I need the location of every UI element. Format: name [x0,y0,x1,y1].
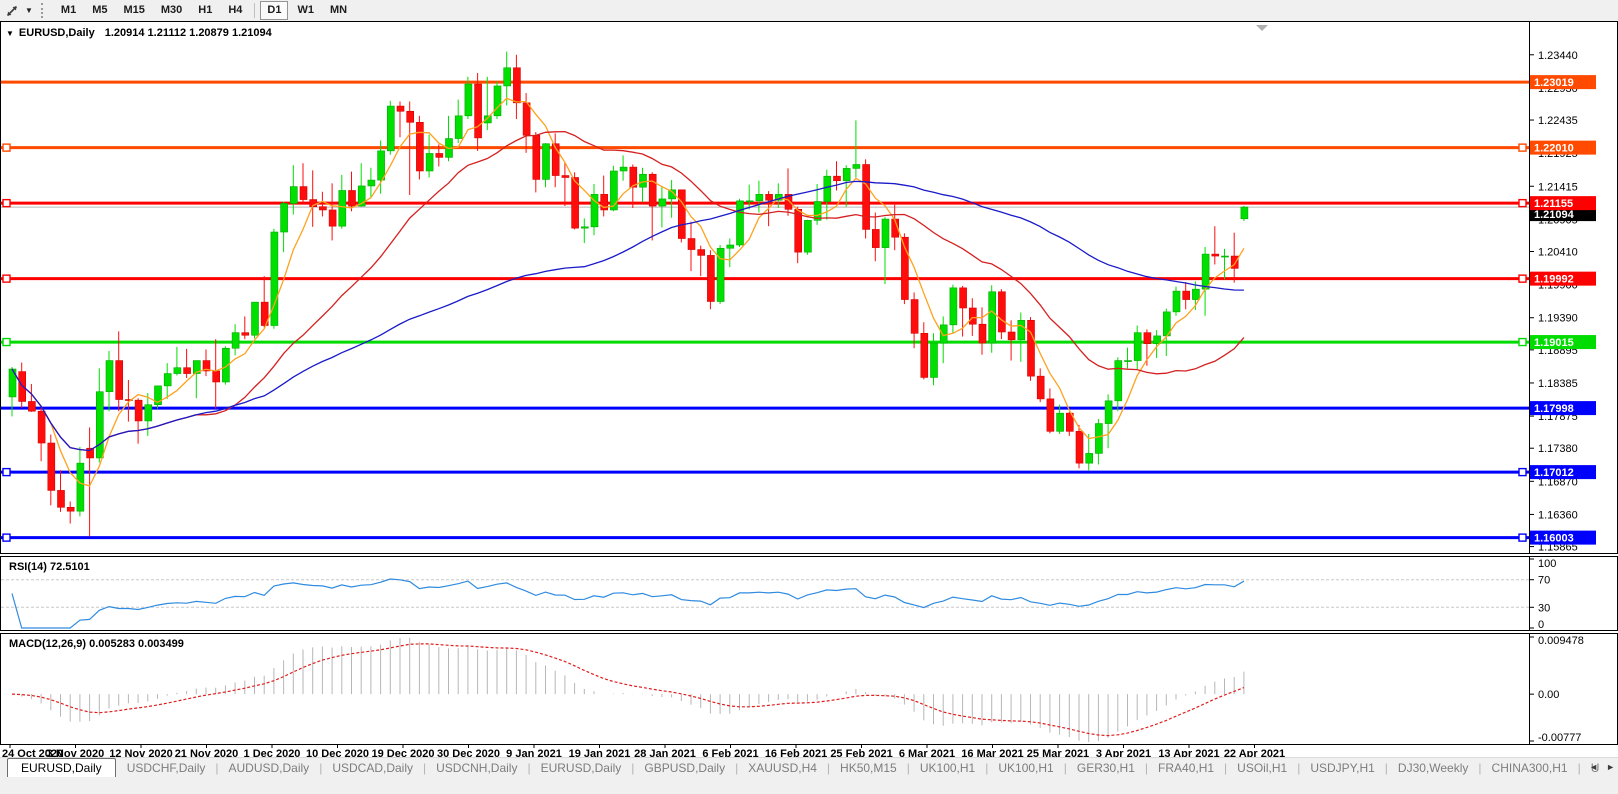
tab-uk100-h1[interactable]: UK100,H1 [911,759,984,777]
svg-text:1.19015: 1.19015 [1534,337,1574,349]
price-chart-canvas[interactable]: 1.234401.229301.224351.219251.214151.209… [1,22,1617,553]
tab-ger30-h1[interactable]: GER30,H1 [1068,759,1144,777]
tab-usoil-h1[interactable]: USOil,H1 [1228,759,1296,777]
svg-text:1.19992: 1.19992 [1534,274,1574,286]
tab-audusd-daily[interactable]: AUDUSD,Daily [220,759,319,777]
timeframe-button-mn[interactable]: MN [323,1,354,20]
macd-indicator-label: MACD(12,26,9) 0.005283 0.003499 [9,638,184,650]
rsi-indicator-label: RSI(14) 72.5101 [9,561,90,573]
chevron-down-icon[interactable]: ▼ [25,6,33,15]
rsi-pane: RSI(14) 72.5101 100 70 30 0 [0,556,1618,631]
svg-text:100: 100 [1538,558,1556,570]
tab-scroll-left-icon[interactable]: ◄ [1589,762,1598,772]
chart-window: ▼ EURUSD,Daily 1.20914 1.21112 1.20879 1… [0,21,1618,759]
rsi-chart-canvas[interactable]: 100 70 30 0 [1,557,1617,630]
svg-text:0.00: 0.00 [1538,689,1559,701]
tab-gbpusd-daily[interactable]: GBPUSD,Daily [635,759,734,777]
svg-text:1.16003: 1.16003 [1534,533,1574,545]
chart-title: ▼ EURUSD,Daily 1.20914 1.21112 1.20879 1… [6,27,272,39]
svg-text:1.17998: 1.17998 [1534,403,1574,415]
macd-chart-canvas[interactable]: 0.009478 0.00 -0.00777 [1,634,1617,744]
svg-text:1.17380: 1.17380 [1538,443,1578,455]
tab-eurusd-daily[interactable]: EURUSD,Daily [7,757,116,779]
macd-pane: MACD(12,26,9) 0.005283 0.003499 0.009478… [0,633,1618,745]
svg-text:-0.00777: -0.00777 [1538,732,1581,744]
chart-symbol-label: EURUSD,Daily [18,27,95,39]
timeframe-button-d1[interactable]: D1 [260,1,289,20]
svg-text:1.20410: 1.20410 [1538,247,1578,259]
chart-tabs: EURUSD,Daily USDCHF,Daily | AUDUSD,Daily | US… [0,757,1608,779]
timeframe-button-m5[interactable]: M5 [85,1,114,20]
timeframe-button-h1[interactable]: H1 [191,1,219,20]
svg-text:1.23440: 1.23440 [1538,50,1578,62]
svg-text:1.19390: 1.19390 [1538,313,1578,325]
svg-text:1.23019: 1.23019 [1534,77,1574,89]
tab-usdcad-daily[interactable]: USDCAD,Daily [323,759,422,777]
tab-dj30-weekly[interactable]: DJ30,Weekly [1389,759,1477,777]
svg-text:1.18385: 1.18385 [1538,378,1578,390]
timeframe-buttons: M1 M5 M15 M30 H1 H4 D1 W1 MN [53,1,355,20]
tab-uk100-h1[interactable]: UK100,H1 [989,759,1062,777]
svg-text:1.21155: 1.21155 [1534,198,1573,210]
chart-dropdown-icon[interactable]: ▼ [6,29,14,38]
ma-mid-line [11,130,1245,452]
chart-tab-bar: EURUSD,Daily USDCHF,Daily | AUDUSD,Daily | US… [0,757,1618,779]
status-strip [0,777,1618,794]
chart-cursor-tool-icon[interactable] [3,2,22,19]
level-lines [1,80,1529,540]
timeframe-button-h4[interactable]: H4 [221,1,249,20]
toolbar-separator [254,3,256,18]
tab-eurusd-daily[interactable]: EURUSD,Daily [532,759,631,777]
rsi-line [11,578,1245,629]
tab-usdchf-daily[interactable]: USDCHF,Daily [118,759,215,777]
timeframe-button-m1[interactable]: M1 [54,1,83,20]
timeframe-button-w1[interactable]: W1 [290,1,321,20]
tab-china300-h1[interactable]: CHINA300,H1 [1483,759,1577,777]
chart-shift-marker-icon [1256,25,1268,31]
svg-text:30: 30 [1538,602,1550,614]
price-pane: ▼ EURUSD,Daily 1.20914 1.21112 1.20879 1… [0,21,1618,554]
tab-scroll-right-icon[interactable]: ► [1606,762,1615,772]
svg-text:1.22435: 1.22435 [1538,115,1578,127]
svg-text:0: 0 [1538,619,1544,630]
tab-scroll-arrows: ◄ ► [1589,762,1615,772]
tab-xauusd-h4[interactable]: XAUUSD,H4 [739,759,826,777]
svg-text:1.17012: 1.17012 [1534,467,1574,479]
candles-layer [8,51,1249,537]
tab-fra40-h1[interactable]: FRA40,H1 [1149,759,1223,777]
tab-usdcnh-daily[interactable]: USDCNH,Daily [427,759,526,777]
svg-text:70: 70 [1538,575,1550,587]
timeframe-button-m30[interactable]: M30 [154,1,189,20]
svg-text:1.21094: 1.21094 [1534,209,1575,221]
timeframe-button-m15[interactable]: M15 [116,1,151,20]
svg-text:1.16360: 1.16360 [1538,509,1578,521]
svg-text:0.009478: 0.009478 [1538,635,1584,647]
trading-terminal: { "toolbar": { "timeframes": ["M1","M5",… [0,0,1618,794]
tab-hk50-m15[interactable]: HK50,M15 [831,759,906,777]
chart-ohlc-values: 1.20914 1.21112 1.20879 1.21094 [104,27,272,39]
svg-text:1.22010: 1.22010 [1534,143,1574,155]
toolbar-grip[interactable] [40,3,47,18]
tab-usdjpy-h1[interactable]: USDJPY,H1 [1301,759,1383,777]
top-toolbar: ▼ M1 M5 M15 M30 H1 H4 D1 W1 MN [0,0,1618,21]
svg-text:1.21415: 1.21415 [1538,181,1578,193]
